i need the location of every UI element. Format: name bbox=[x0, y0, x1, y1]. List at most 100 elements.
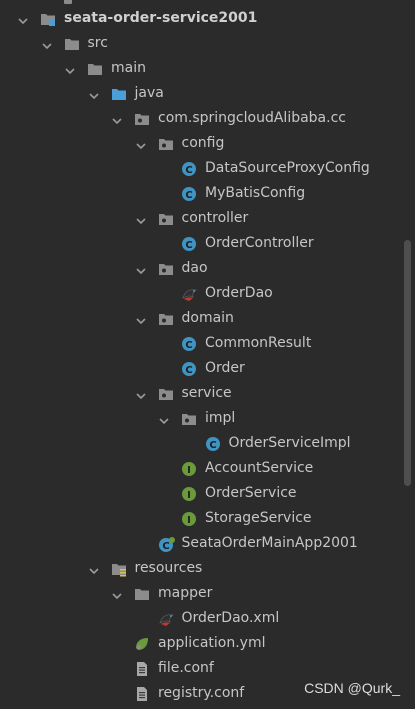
interface-icon: I bbox=[181, 511, 197, 527]
tree-node-label: resources bbox=[134, 560, 203, 576]
tree-node-label: impl bbox=[205, 410, 236, 426]
tree-node-label: java bbox=[134, 85, 164, 101]
interface-icon: I bbox=[181, 486, 197, 502]
tree-node-label: domain bbox=[181, 310, 234, 326]
yaml-file-icon bbox=[134, 636, 150, 652]
chevron-down-icon[interactable] bbox=[135, 262, 147, 275]
tree-node[interactable]: I OrderService bbox=[0, 481, 415, 506]
tree-node-label: Order bbox=[205, 360, 245, 376]
tree-node[interactable]: resources bbox=[0, 556, 415, 581]
tree-node[interactable]: service bbox=[0, 381, 415, 406]
class-icon: C bbox=[181, 186, 197, 202]
text-file-icon bbox=[134, 686, 150, 702]
tree-node-label: OrderDao bbox=[205, 285, 273, 301]
folder-icon bbox=[87, 61, 103, 77]
tree-node[interactable]: OrderDao.xml bbox=[0, 606, 415, 631]
svg-text:C: C bbox=[185, 365, 192, 376]
tree-node-label: mapper bbox=[158, 585, 213, 601]
folder-icon bbox=[64, 36, 80, 52]
tree-node[interactable]: main bbox=[0, 56, 415, 81]
svg-text:I: I bbox=[187, 465, 191, 476]
chevron-down-icon[interactable] bbox=[111, 587, 123, 600]
tree-node-label: CommonResult bbox=[205, 335, 312, 351]
tree-node-label: StorageService bbox=[205, 510, 312, 526]
tree-node[interactable]: controller bbox=[0, 206, 415, 231]
chevron-down-icon[interactable] bbox=[41, 37, 53, 50]
tree-node-label: file.conf bbox=[158, 660, 214, 676]
source-root-folder-icon bbox=[111, 86, 127, 102]
tree-node[interactable]: file.conf bbox=[0, 656, 415, 681]
tree-node[interactable]: config bbox=[0, 131, 415, 156]
tree-node[interactable]: C OrderServiceImpl bbox=[0, 431, 415, 456]
svg-text:C: C bbox=[162, 541, 169, 552]
svg-text:C: C bbox=[209, 440, 216, 451]
tree-node-label: AccountService bbox=[205, 460, 314, 476]
tree-node[interactable]: seata-order-service2001 bbox=[0, 6, 415, 31]
tree-node[interactable]: C CommonResult bbox=[0, 331, 415, 356]
tree-node[interactable]: application.yml bbox=[0, 631, 415, 656]
package-icon bbox=[134, 111, 150, 127]
tree-node[interactable]: I AccountService bbox=[0, 456, 415, 481]
spring-boot-class-icon: C bbox=[158, 536, 175, 552]
partial-folder-icon bbox=[64, 0, 72, 4]
tree-node[interactable]: C Order bbox=[0, 356, 415, 381]
tree-node[interactable]: impl bbox=[0, 406, 415, 431]
tree-node[interactable]: com.springcloudAlibaba.cc bbox=[0, 106, 415, 131]
tree-node-label: application.yml bbox=[158, 635, 266, 651]
tree-node[interactable]: domain bbox=[0, 306, 415, 331]
chevron-down-icon[interactable] bbox=[111, 112, 123, 125]
tree-node-label: main bbox=[111, 60, 146, 76]
chevron-down-icon[interactable] bbox=[17, 12, 29, 25]
folder-icon bbox=[134, 586, 150, 602]
tree-node[interactable]: C MyBatisConfig bbox=[0, 181, 415, 206]
tree-node-label: OrderService bbox=[205, 485, 297, 501]
tree-node-label: service bbox=[181, 385, 232, 401]
mybatis-xml-icon bbox=[158, 611, 174, 627]
tree-node-label: dao bbox=[181, 260, 208, 276]
text-file-icon bbox=[134, 661, 150, 677]
tree-node-label: OrderServiceImpl bbox=[228, 435, 351, 451]
package-icon bbox=[158, 136, 174, 152]
svg-text:I: I bbox=[187, 515, 191, 526]
chevron-down-icon[interactable] bbox=[158, 412, 170, 425]
svg-text:I: I bbox=[187, 490, 191, 501]
tree-node-label: config bbox=[181, 135, 225, 151]
tree-node-label: OrderDao.xml bbox=[181, 610, 280, 626]
chevron-down-icon[interactable] bbox=[135, 212, 147, 225]
class-icon: C bbox=[181, 361, 197, 377]
tree-node[interactable]: src bbox=[0, 31, 415, 56]
tree-node-label: controller bbox=[181, 210, 249, 226]
package-icon bbox=[181, 411, 197, 427]
chevron-down-icon[interactable] bbox=[135, 387, 147, 400]
tree-node[interactable]: java bbox=[0, 81, 415, 106]
tree-node-label: DataSourceProxyConfig bbox=[205, 160, 370, 176]
chevron-down-icon[interactable] bbox=[88, 87, 100, 100]
tree-node[interactable]: I StorageService bbox=[0, 506, 415, 531]
package-icon bbox=[158, 311, 174, 327]
class-icon: C bbox=[181, 236, 197, 252]
class-icon: C bbox=[181, 336, 197, 352]
tree-node[interactable]: C DataSourceProxyConfig bbox=[0, 156, 415, 181]
chevron-down-icon[interactable] bbox=[135, 312, 147, 325]
tree-node-label: registry.conf bbox=[158, 685, 245, 701]
tree-node[interactable]: C SeataOrderMainApp2001 bbox=[0, 531, 415, 556]
tree-node-label: MyBatisConfig bbox=[205, 185, 306, 201]
svg-text:C: C bbox=[185, 165, 192, 176]
package-icon bbox=[158, 386, 174, 402]
chevron-down-icon[interactable] bbox=[88, 562, 100, 575]
tree-node[interactable]: mapper bbox=[0, 581, 415, 606]
tree-node[interactable]: C OrderController bbox=[0, 231, 415, 256]
mybatis-icon bbox=[181, 286, 197, 302]
svg-text:C: C bbox=[185, 340, 192, 351]
watermark: CSDN @Qurk_ bbox=[304, 680, 400, 696]
package-icon bbox=[158, 261, 174, 277]
chevron-down-icon[interactable] bbox=[64, 62, 76, 75]
package-icon bbox=[158, 211, 174, 227]
vertical-scrollbar[interactable] bbox=[404, 240, 411, 486]
tree-node[interactable]: dao bbox=[0, 256, 415, 281]
module-folder-icon bbox=[40, 11, 56, 27]
tree-node-label: OrderController bbox=[205, 235, 314, 251]
svg-text:C: C bbox=[185, 190, 192, 201]
chevron-down-icon[interactable] bbox=[135, 137, 147, 150]
tree-node[interactable]: OrderDao bbox=[0, 281, 415, 306]
